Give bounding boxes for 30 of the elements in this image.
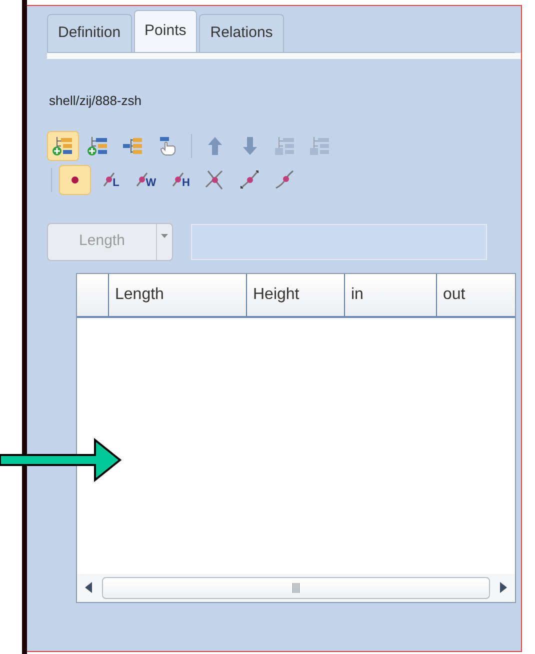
point-icon	[70, 174, 80, 184]
toolbar-button[interactable]	[59, 164, 91, 194]
tab[interactable]: Points	[134, 10, 198, 52]
icon-letter: H	[182, 178, 190, 188]
tab[interactable]: Relations	[199, 14, 284, 52]
toolbar-button[interactable]: H	[164, 164, 196, 194]
path-label: shell/zij/888-zsh	[49, 92, 142, 110]
toolbar-button[interactable]	[47, 130, 79, 160]
horizontal-scrollbar[interactable]	[77, 574, 515, 602]
tree-remove-icon	[309, 134, 331, 156]
column-header[interactable]: Length	[109, 274, 247, 316]
tree-add-icon	[52, 134, 74, 156]
scroll-left-icon[interactable]	[85, 582, 92, 593]
column-header[interactable]: Height	[247, 274, 345, 316]
icon-letter: W	[146, 178, 156, 188]
column-header[interactable]: in	[345, 274, 437, 316]
icon-letter: L	[112, 178, 120, 188]
curve-point-icon	[274, 168, 296, 190]
grip-icon	[292, 582, 300, 592]
scroll-right-icon[interactable]	[500, 582, 507, 593]
toolbar-button[interactable]: W	[129, 164, 161, 194]
toolbar-button[interactable]: L	[94, 164, 126, 194]
scroll-thumb[interactable]	[102, 576, 490, 598]
point-on-line-icon	[100, 170, 117, 188]
caret-icon	[161, 234, 168, 238]
tab[interactable]: Definition	[47, 14, 132, 52]
column-header[interactable]: out	[437, 274, 515, 316]
tree-add-icon	[87, 134, 109, 156]
tree-remove-icon	[274, 134, 296, 156]
curve-point-icon	[239, 168, 261, 190]
